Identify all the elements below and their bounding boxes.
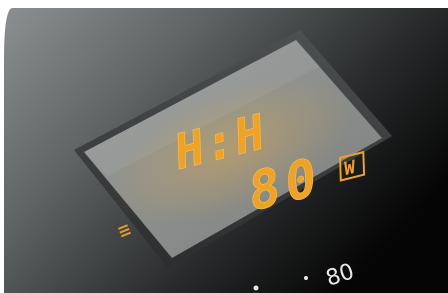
unit-indicator: W <box>344 157 355 181</box>
appliance-panel-photo: H:H 80 W 80 <box>0 0 448 293</box>
panel-marker-dot <box>253 285 259 291</box>
panel-marker-dot <box>304 276 308 280</box>
photo-frame: H:H 80 W 80 <box>0 0 448 293</box>
